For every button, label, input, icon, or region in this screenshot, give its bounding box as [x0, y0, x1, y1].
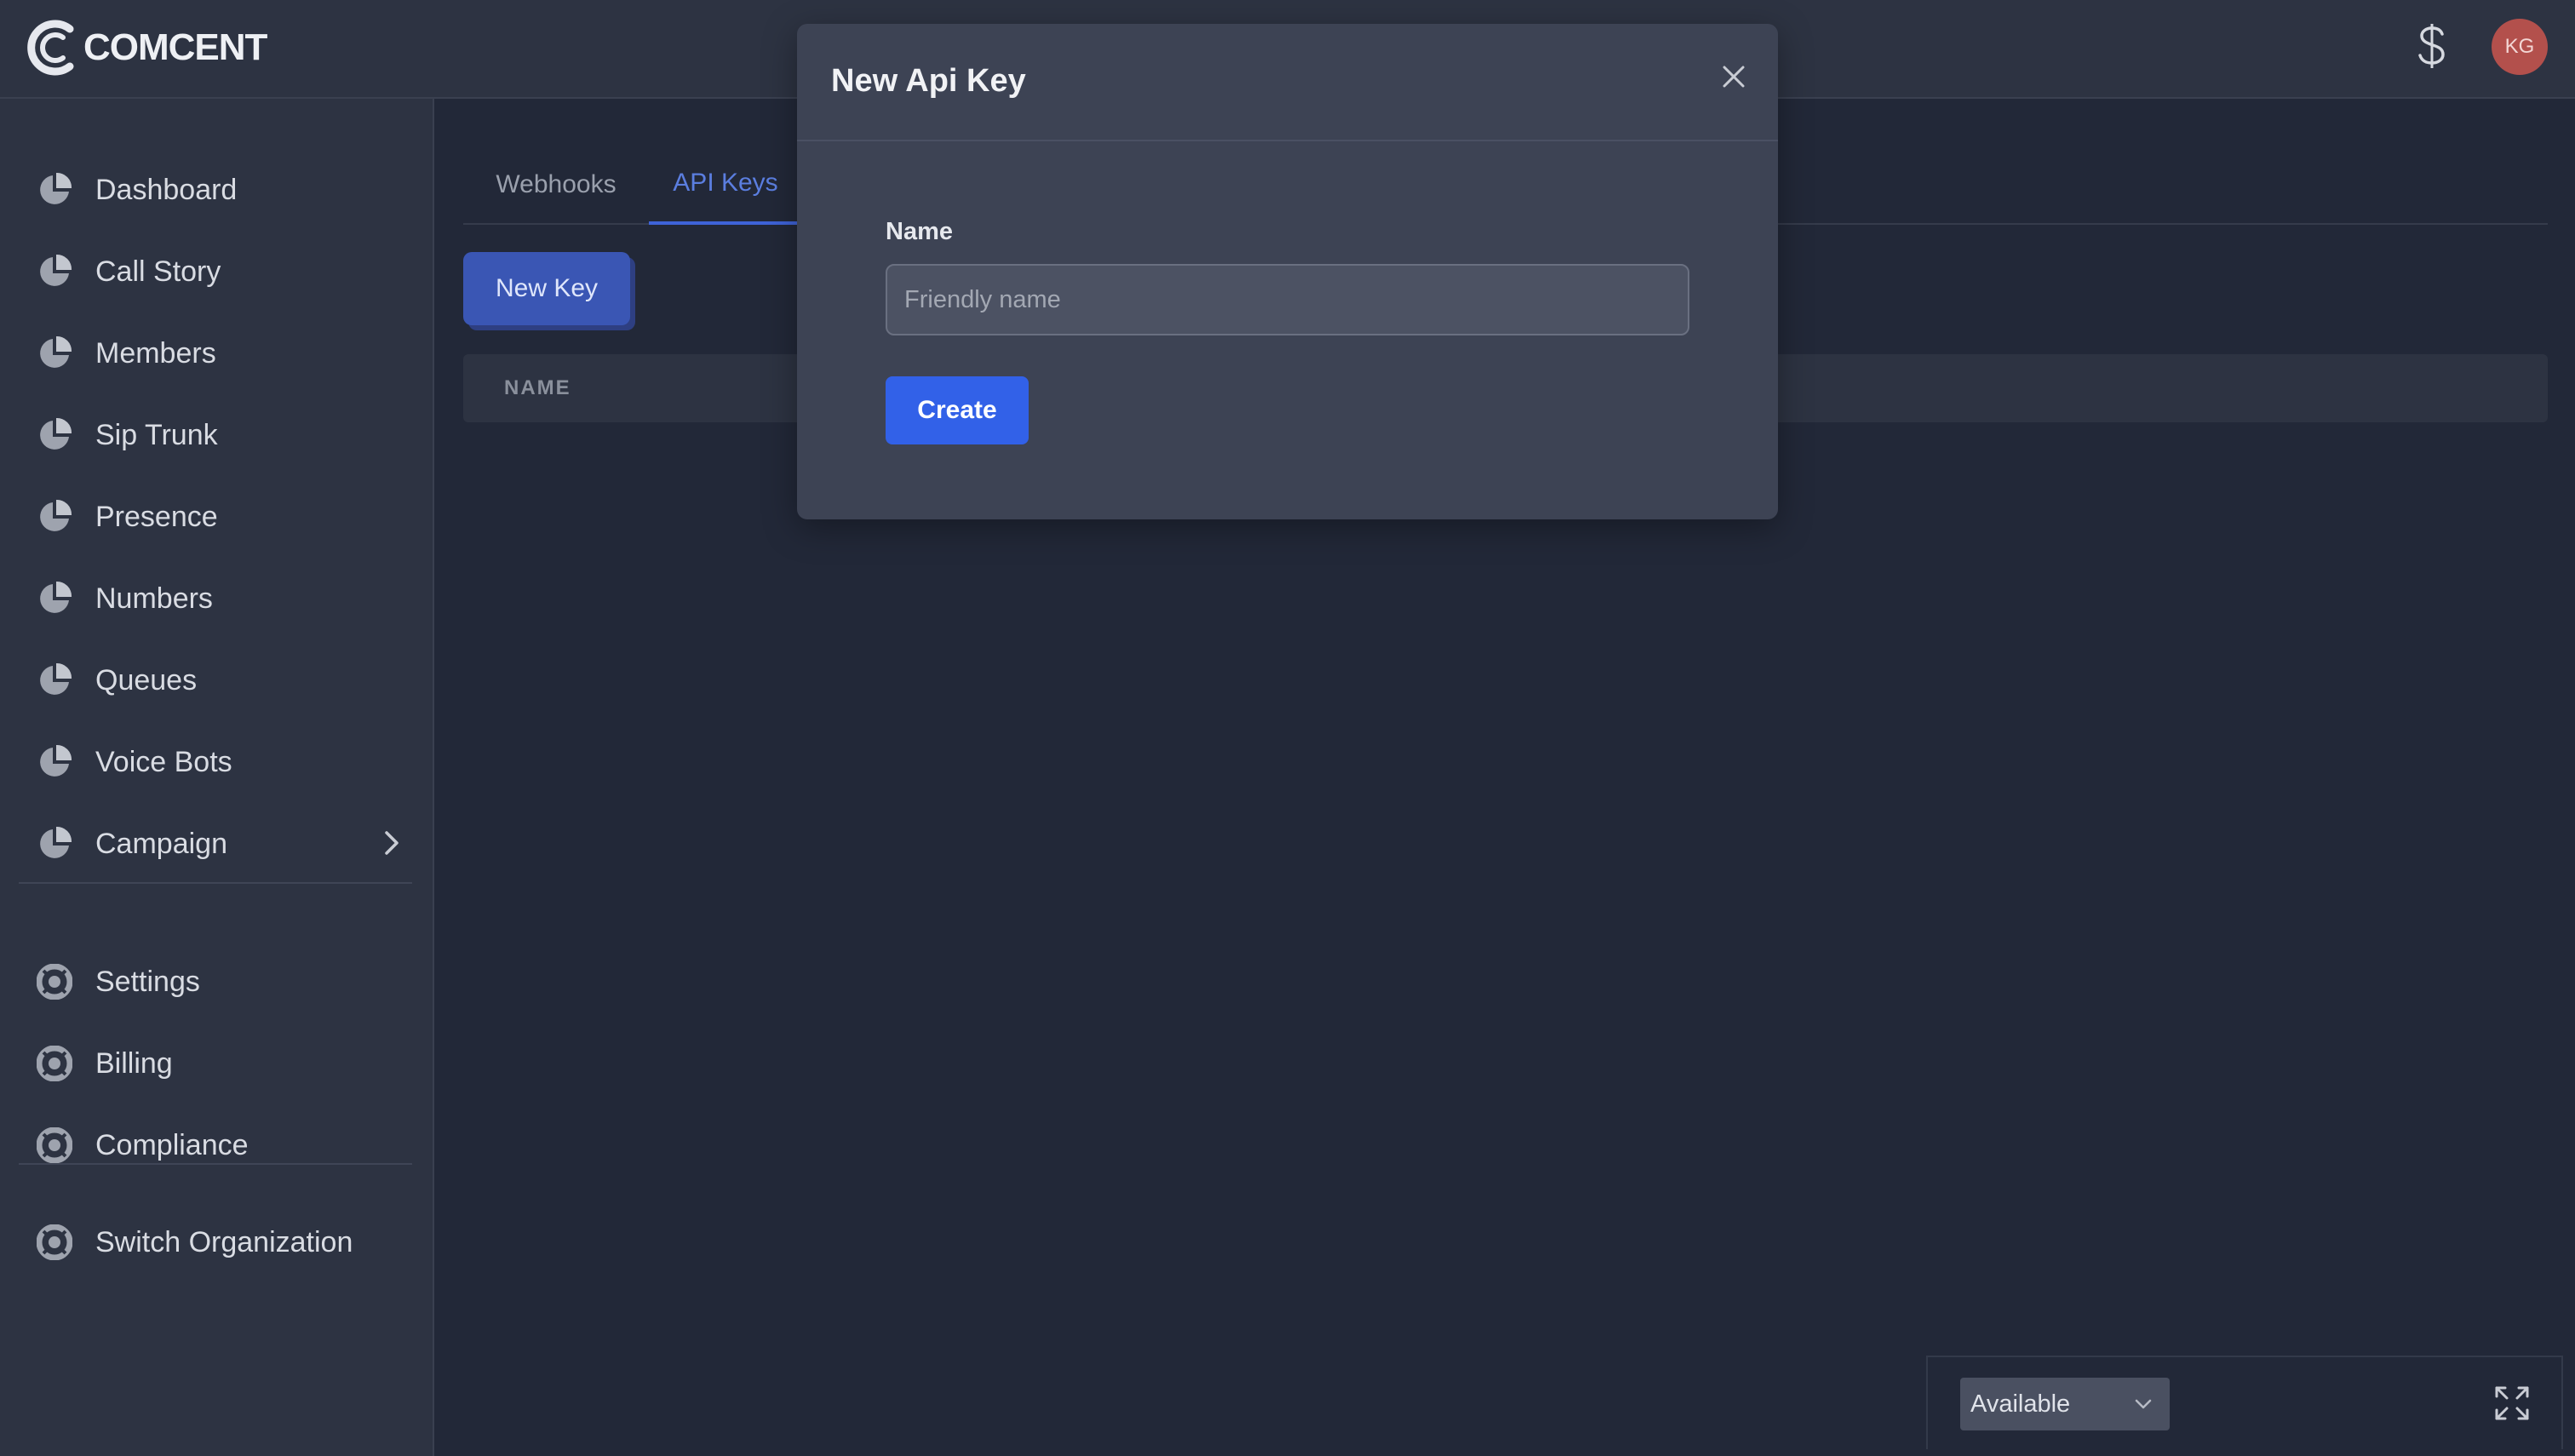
pie-chart-icon	[34, 415, 75, 456]
availability-select-value: Available	[1970, 1390, 2071, 1418]
pie-chart-icon	[34, 169, 75, 210]
sidebar-item-label: Presence	[95, 500, 218, 533]
dollar-icon	[2418, 24, 2445, 68]
pie-chart-icon	[34, 251, 75, 292]
billing-dollar-button[interactable]	[2410, 19, 2454, 73]
chevron-down-icon	[2135, 1399, 2152, 1409]
sidebar-item-label: Compliance	[95, 1128, 249, 1161]
availability-select[interactable]: Available	[1960, 1378, 2170, 1430]
modal-header: New Api Key	[797, 24, 1778, 141]
pie-chart-icon	[34, 578, 75, 619]
new-key-button[interactable]: New Key	[463, 252, 630, 325]
sidebar-item-label: Dashboard	[95, 173, 238, 206]
sidebar: Dashboard Call Story Members Sip Trunk P…	[0, 99, 434, 1456]
sidebar-divider	[19, 1163, 412, 1165]
brand-name: COMCENT	[83, 26, 267, 68]
sidebar-item-call-story[interactable]: Call Story	[34, 242, 409, 301]
friendly-name-input[interactable]	[886, 264, 1689, 335]
sidebar-item-voice-bots[interactable]: Voice Bots	[34, 732, 409, 792]
lifebuoy-icon	[34, 961, 75, 1002]
sidebar-item-label: Queues	[95, 663, 198, 696]
close-icon[interactable]	[1713, 56, 1754, 97]
status-panel: Available	[1926, 1356, 2563, 1449]
sidebar-item-members[interactable]: Members	[34, 324, 409, 383]
sidebar-item-label: Sip Trunk	[95, 418, 218, 451]
column-header-name: NAME	[504, 376, 571, 399]
chevron-right-icon[interactable]	[375, 826, 409, 860]
sidebar-item-queues[interactable]: Queues	[34, 651, 409, 710]
pie-chart-icon	[34, 742, 75, 782]
pie-chart-icon	[34, 823, 75, 864]
tab-api-keys[interactable]: API Keys	[649, 145, 802, 225]
sidebar-item-compliance[interactable]: Compliance	[34, 1115, 409, 1175]
new-api-key-modal: New Api Key Name Create	[797, 24, 1778, 519]
pie-chart-icon	[34, 333, 75, 374]
comcent-logo-icon	[27, 20, 74, 76]
sidebar-item-switch-organization[interactable]: Switch Organization	[34, 1212, 409, 1272]
sidebar-item-label: Numbers	[95, 582, 213, 615]
sidebar-item-dashboard[interactable]: Dashboard	[34, 160, 409, 220]
name-field-label: Name	[886, 218, 953, 245]
create-button[interactable]: Create	[886, 376, 1029, 444]
sidebar-item-numbers[interactable]: Numbers	[34, 569, 409, 628]
pie-chart-icon	[34, 496, 75, 537]
sidebar-item-billing[interactable]: Billing	[34, 1034, 409, 1093]
sidebar-item-label: Settings	[95, 965, 200, 998]
pie-chart-icon	[34, 660, 75, 701]
sidebar-item-label: Campaign	[95, 827, 227, 860]
sidebar-item-label: Members	[95, 336, 216, 370]
expand-icon[interactable]	[2493, 1384, 2531, 1422]
modal-title: New Api Key	[831, 63, 1026, 99]
sidebar-item-label: Switch Organization	[95, 1225, 353, 1258]
sidebar-item-label: Call Story	[95, 255, 221, 288]
user-avatar[interactable]: KG	[2492, 19, 2548, 75]
sidebar-item-label: Voice Bots	[95, 745, 232, 778]
sidebar-item-presence[interactable]: Presence	[34, 487, 409, 547]
tab-webhooks[interactable]: Webhooks	[463, 145, 649, 225]
sidebar-item-settings[interactable]: Settings	[34, 952, 409, 1012]
lifebuoy-icon	[34, 1222, 75, 1263]
lifebuoy-icon	[34, 1043, 75, 1084]
sidebar-divider	[19, 882, 412, 884]
sidebar-item-label: Billing	[95, 1046, 173, 1080]
brand-logo[interactable]: COMCENT	[26, 17, 267, 78]
sidebar-item-campaign[interactable]: Campaign	[34, 814, 409, 874]
sidebar-item-sip-trunk[interactable]: Sip Trunk	[34, 405, 409, 465]
lifebuoy-icon	[34, 1125, 75, 1166]
